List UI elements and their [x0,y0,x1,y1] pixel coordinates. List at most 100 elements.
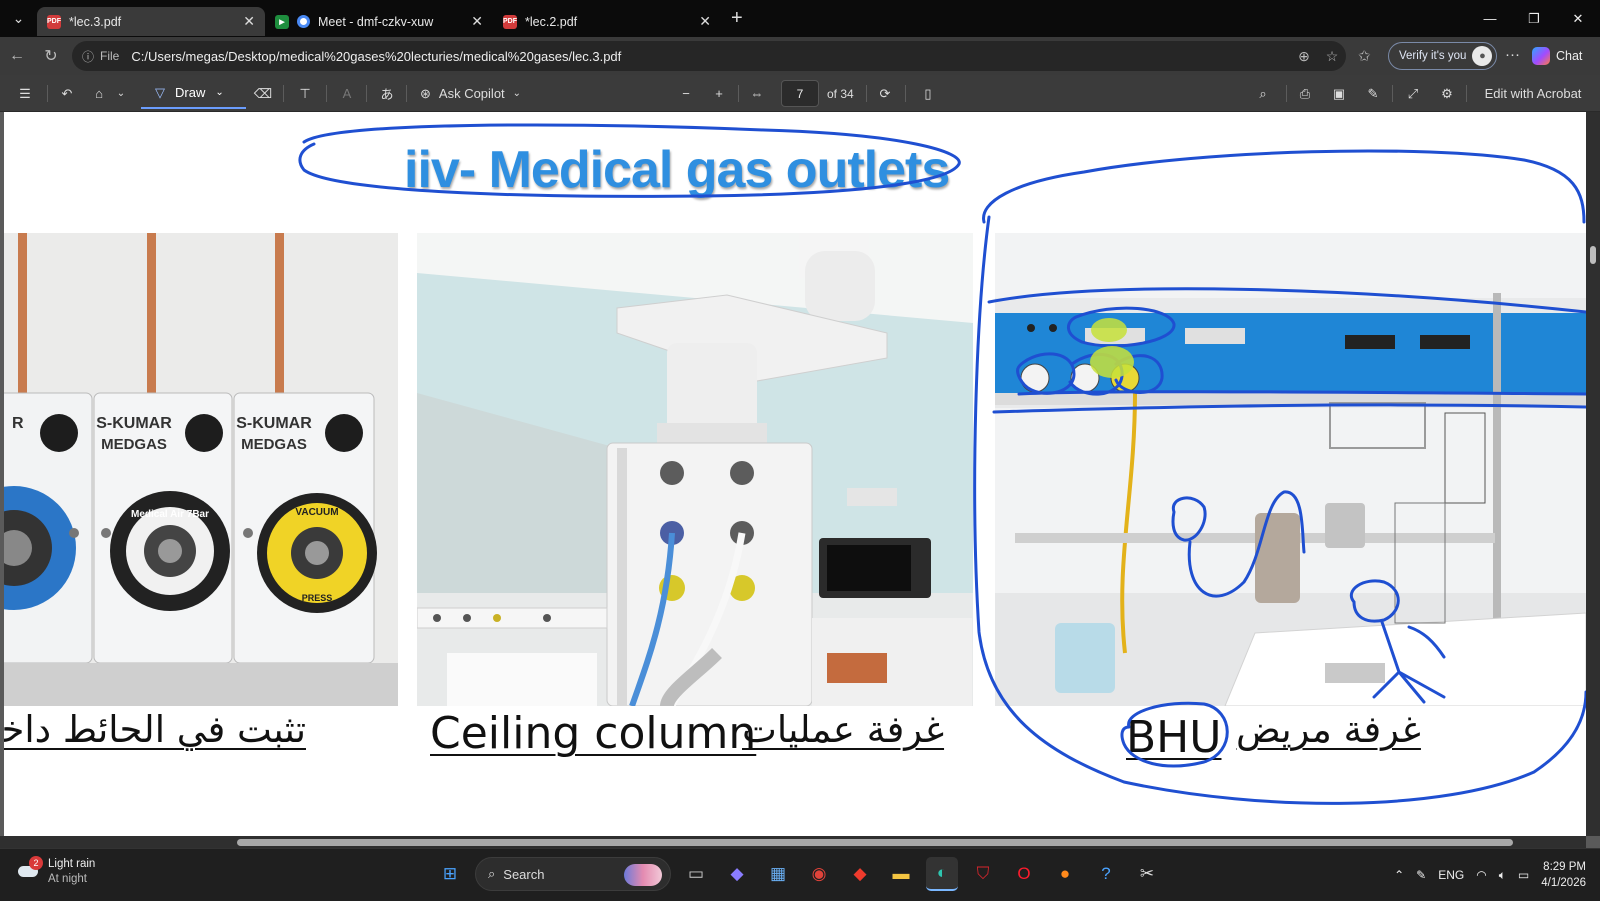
close-icon[interactable]: ✕ [471,13,483,30]
battery-icon[interactable]: ▭ [1518,868,1529,882]
snipping-tool-icon[interactable]: ✂ [1131,857,1163,891]
undo-icon[interactable]: ↶ [54,75,80,112]
horizontal-scroll-thumb[interactable] [237,839,1513,846]
press-label: PRESS [302,593,333,603]
panel-brand-label: S-KUMAR [96,415,172,432]
weather-widget[interactable]: 2 Light rain At night [16,856,96,887]
vertical-scroll-thumb[interactable] [1590,246,1596,264]
pdf-page[interactable]: iiv- Medical gas outlets S-KUMAR MEDGAS … [4,112,1586,838]
new-tab-plus-icon[interactable]: + [731,7,743,30]
minimize-icon[interactable]: — [1468,0,1512,37]
chevron-down-icon: ⌄ [512,88,522,99]
tab-lec3[interactable]: PDF *lec.3.pdf ✕ [37,7,265,36]
copilot-outline-icon: ⊛ [420,85,431,101]
air-outlet-label: Medical Air 7Bar [131,509,209,520]
weather-subtitle: At night [48,873,87,885]
wifi-icon[interactable]: ◠ [1476,868,1486,882]
task-view-icon[interactable]: ▭ [680,857,712,891]
pdf-toolbar: ☰ ↶ ⌂ ⌄ ▽ Draw ⌄ ⌫ ⊤ A あ ⊛ Ask Copilot ⌄… [0,75,1600,112]
refresh-icon[interactable]: ↻ [34,37,68,75]
settings-gear-icon[interactable]: ⚙ [1434,75,1460,112]
zoom-icon[interactable]: ⊕ [1290,48,1318,65]
more-options-icon[interactable]: ··· [1505,46,1520,63]
help-icon[interactable]: ? [1090,857,1122,891]
eraser-icon[interactable]: ⌫ [250,75,276,112]
read-aloud-icon[interactable]: A [334,75,360,112]
weather-title: Light rain [48,858,96,870]
taskbar-search[interactable]: ⌕ Search [475,857,671,891]
fit-width-icon[interactable]: ⇔ [744,75,770,112]
fullscreen-icon[interactable]: ⤢ [1400,75,1426,112]
find-search-icon[interactable]: ⌕ [1250,75,1276,112]
recording-icon [297,15,310,28]
print-icon[interactable]: ⎙ [1292,75,1318,112]
camera-app-icon[interactable]: ◉ [803,857,835,891]
star-icon[interactable]: ☆ [1318,48,1346,65]
chevron-down-icon[interactable]: ⌄ [215,87,223,98]
tab-title: Meet - dmf-czkv-xuw [318,14,434,29]
save-as-icon[interactable]: ✎ [1360,75,1386,112]
window-close-icon[interactable]: ✕ [1556,0,1600,37]
vertical-scrollbar[interactable] [1586,112,1600,836]
translate-icon[interactable]: あ [374,75,400,112]
search-icon: ⌕ [488,866,496,881]
mcafee-shield-icon[interactable]: ⛉ [967,857,999,891]
copilot-icon [1532,47,1550,65]
draw-label: Draw [175,85,206,100]
url-text[interactable]: C:/Users/megas/Desktop/medical%20gases%2… [131,49,1290,64]
pdf-viewport[interactable]: iiv- Medical gas outlets S-KUMAR MEDGAS … [0,112,1600,848]
edge-browser-icon[interactable]: ◐ [926,857,958,891]
tab-meet[interactable]: ▶ Meet - dmf-czkv-xuw ✕ [265,7,493,36]
restore-icon[interactable]: ❐ [1512,0,1556,37]
right-caption-en: BHU [1126,712,1222,763]
copilot-app-icon[interactable]: ◆ [721,857,753,891]
text-box-icon[interactable]: ⊤ [292,75,318,112]
pdf-icon: PDF [503,14,517,29]
file-explorer-icon[interactable]: ▬ [885,857,917,891]
opera-icon[interactable]: O [1008,857,1040,891]
page-view-icon[interactable]: ▯ [915,75,941,112]
highlight-icon[interactable]: ⌂ [86,75,112,112]
close-icon[interactable]: ✕ [699,13,711,30]
windows-start-icon[interactable]: ⊞ [434,857,466,891]
language-indicator[interactable]: ENG [1438,868,1464,882]
meet-icon: ▶ [275,14,289,29]
url-scheme: File [100,49,120,63]
store-icon[interactable]: ▦ [762,857,794,891]
draw-button[interactable]: ▽ Draw ⌄ [141,78,246,109]
volume-icon[interactable]: 🔈︎ [1499,868,1506,883]
info-icon[interactable]: ⓘ [82,48,94,65]
ask-copilot-button[interactable]: ⊛ Ask Copilot ⌄ [420,75,544,112]
save-icon[interactable]: ▣ [1326,75,1352,112]
app-diamond-icon[interactable]: ◆ [844,857,876,891]
tab-lec2[interactable]: PDF *lec.2.pdf ✕ [493,7,721,36]
show-hidden-icons-chevron-icon[interactable]: ⌃ [1394,868,1404,882]
horizontal-scrollbar[interactable] [0,836,1586,848]
clock[interactable]: 8:29 PM 4/1/2026 [1541,859,1586,891]
zoom-in-icon[interactable]: + [707,75,731,112]
tab-title: *lec.3.pdf [69,14,122,29]
contents-list-icon[interactable]: ☰ [12,75,38,112]
rotate-icon[interactable]: ⟳ [872,75,898,112]
chevron-down-icon[interactable]: ⌄ [112,75,130,112]
zoom-out-icon[interactable]: − [674,75,698,112]
back-arrow-icon[interactable]: ← [0,37,34,75]
address-bar[interactable]: ⓘ File C:/Users/megas/Desktop/medical%20… [72,41,1346,71]
vacuum-outlet-label: VACUUM [295,507,338,518]
avatar: ● [1472,46,1493,66]
edit-with-acrobat-button[interactable]: Edit with Acrobat [1478,75,1588,112]
page-number-input[interactable]: 7 [781,80,819,107]
firefox-icon[interactable]: ● [1049,857,1081,891]
tab-actions-chevron-icon[interactable]: ⌄ [0,0,37,37]
ceiling-column-photo [417,233,973,706]
favorites-icon[interactable]: ✩ [1358,47,1371,65]
middle-caption-ar: غرفة عمليات [742,708,945,751]
copilot-chat-button[interactable]: Chat [1532,47,1582,65]
search-highlight-image [624,864,662,886]
wall-outlets-photo: S-KUMAR MEDGAS S-KUMAR MEDGAS R Medical … [4,233,398,706]
verify-profile-button[interactable]: Verify it's you ● [1388,42,1498,70]
svg-text:R: R [12,415,24,432]
pen-menu-icon[interactable]: ✎ [1416,868,1426,882]
close-icon[interactable]: ✕ [243,13,255,30]
taskbar: 2 Light rain At night ⊞ ⌕ Search ▭ ◆ ▦ ◉… [0,848,1600,900]
